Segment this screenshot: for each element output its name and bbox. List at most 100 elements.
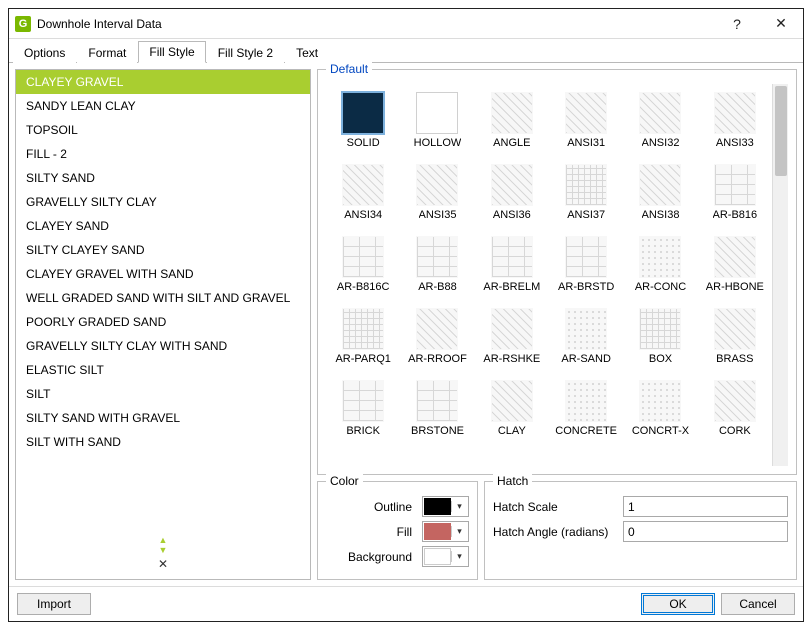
pattern-preview	[416, 308, 458, 350]
pattern-swatch[interactable]: AR-B816	[698, 156, 772, 228]
list-item[interactable]: SILTY SAND WITH GRAVEL	[16, 406, 310, 430]
pattern-swatch[interactable]: AR-BRSTD	[549, 228, 623, 300]
pattern-swatch[interactable]: CLAY	[475, 372, 549, 444]
pattern-swatch[interactable]: BOX	[623, 300, 697, 372]
help-button[interactable]: ?	[715, 9, 759, 39]
pattern-swatch[interactable]: AR-HBONE	[698, 228, 772, 300]
list-item[interactable]: POORLY GRADED SAND	[16, 310, 310, 334]
background-color-picker[interactable]: ▾	[422, 546, 469, 567]
list-item[interactable]: WELL GRADED SAND WITH SILT AND GRAVEL	[16, 286, 310, 310]
pattern-swatch[interactable]: ANSI36	[475, 156, 549, 228]
fill-color-swatch	[424, 523, 451, 540]
pattern-label: AR-SAND	[561, 353, 611, 365]
pattern-preview	[342, 236, 384, 278]
list-item[interactable]: SILTY CLAYEY SAND	[16, 238, 310, 262]
pattern-label: AR-RSHKE	[483, 353, 540, 365]
color-group: Color Outline ▾ Fill ▾	[317, 481, 478, 580]
pattern-scrollbar[interactable]	[772, 84, 788, 466]
pattern-preview	[416, 380, 458, 422]
pattern-swatch[interactable]: AR-BRELM	[475, 228, 549, 300]
remove-item-icon[interactable]: ✕	[16, 559, 310, 569]
pattern-label: HOLLOW	[414, 137, 462, 149]
list-item[interactable]: GRAVELLY SILTY CLAY WITH SAND	[16, 334, 310, 358]
pattern-label: BOX	[649, 353, 672, 365]
fill-label: Fill	[326, 525, 422, 539]
list-item[interactable]: CLAYEY GRAVEL WITH SAND	[16, 262, 310, 286]
move-up-icon[interactable]: ▲	[16, 535, 310, 545]
pattern-swatch[interactable]: AR-RROOF	[400, 300, 474, 372]
pattern-preview	[491, 308, 533, 350]
tab-fill-style[interactable]: Fill Style	[138, 41, 205, 63]
pattern-label: CONCRETE	[555, 425, 617, 437]
tab-text[interactable]: Text	[285, 42, 329, 63]
pattern-label: ANSI38	[642, 209, 680, 221]
fill-color-picker[interactable]: ▾	[422, 521, 469, 542]
cancel-button[interactable]: Cancel	[721, 593, 795, 615]
list-item[interactable]: SANDY LEAN CLAY	[16, 94, 310, 118]
list-item[interactable]: CLAYEY SAND	[16, 214, 310, 238]
tab-options[interactable]: Options	[13, 42, 76, 63]
hatch-scale-input[interactable]	[623, 496, 788, 517]
pattern-swatch[interactable]: BRSTONE	[400, 372, 474, 444]
pattern-swatch[interactable]: ANSI35	[400, 156, 474, 228]
pattern-preview	[714, 236, 756, 278]
list-item[interactable]: SILT WITH SAND	[16, 430, 310, 454]
close-window-button[interactable]: ✕	[759, 9, 803, 39]
pattern-preview	[416, 236, 458, 278]
pattern-swatch[interactable]: AR-RSHKE	[475, 300, 549, 372]
pattern-preview	[639, 92, 681, 134]
scrollbar-thumb[interactable]	[775, 86, 787, 176]
pattern-swatch[interactable]: AR-SAND	[549, 300, 623, 372]
hatch-angle-input[interactable]	[623, 521, 788, 542]
list-item[interactable]: SILT	[16, 382, 310, 406]
pattern-swatch[interactable]: BRICK	[326, 372, 400, 444]
pattern-swatch[interactable]: CORK	[698, 372, 772, 444]
pattern-swatch[interactable]: ANSI32	[623, 84, 697, 156]
list-item[interactable]: TOPSOIL	[16, 118, 310, 142]
pattern-label: ANSI31	[567, 137, 605, 149]
pattern-swatch[interactable]: AR-CONC	[623, 228, 697, 300]
pattern-swatch[interactable]: ANSI38	[623, 156, 697, 228]
pattern-swatch[interactable]: ANSI31	[549, 84, 623, 156]
pattern-preview	[714, 164, 756, 206]
list-item[interactable]: SILTY SAND	[16, 166, 310, 190]
pattern-label: AR-B88	[418, 281, 457, 293]
pattern-swatch[interactable]: AR-B816C	[326, 228, 400, 300]
pattern-swatch[interactable]: BRASS	[698, 300, 772, 372]
list-item[interactable]: GRAVELLY SILTY CLAY	[16, 190, 310, 214]
pattern-swatch[interactable]: ANSI37	[549, 156, 623, 228]
pattern-swatch[interactable]: ANGLE	[475, 84, 549, 156]
dialog-body: CLAYEY GRAVELSANDY LEAN CLAYTOPSOILFILL …	[9, 63, 803, 586]
tab-format[interactable]: Format	[77, 42, 137, 63]
pattern-label: AR-PARQ1	[335, 353, 390, 365]
list-item[interactable]: CLAYEY GRAVEL	[16, 70, 310, 94]
material-list[interactable]: CLAYEY GRAVELSANDY LEAN CLAYTOPSOILFILL …	[16, 70, 310, 529]
import-button[interactable]: Import	[17, 593, 91, 615]
dialog-footer: Import OK Cancel	[9, 586, 803, 621]
ok-button[interactable]: OK	[641, 593, 715, 615]
pattern-swatch[interactable]: CONCRETE	[549, 372, 623, 444]
window-title: Downhole Interval Data	[37, 17, 715, 31]
pattern-label: BRICK	[346, 425, 380, 437]
pattern-swatch[interactable]: CONCRT-X	[623, 372, 697, 444]
pattern-preview	[491, 92, 533, 134]
outline-label: Outline	[326, 500, 422, 514]
pattern-swatch[interactable]: ANSI33	[698, 84, 772, 156]
dialog-window: G Downhole Interval Data ? ✕ OptionsForm…	[8, 8, 804, 622]
pattern-swatch[interactable]: ANSI34	[326, 156, 400, 228]
list-item[interactable]: FILL - 2	[16, 142, 310, 166]
pattern-swatch[interactable]: HOLLOW	[400, 84, 474, 156]
pattern-swatch[interactable]: AR-PARQ1	[326, 300, 400, 372]
pattern-grid[interactable]: SOLID HOLLOW ANGLE ANSI31 ANSI32ANSI33 ANSI34…	[326, 84, 772, 466]
list-item[interactable]: ELASTIC SILT	[16, 358, 310, 382]
pattern-preview	[714, 380, 756, 422]
pattern-swatch[interactable]: AR-B88	[400, 228, 474, 300]
move-down-icon[interactable]: ▼	[16, 545, 310, 555]
pattern-swatch[interactable]: SOLID	[326, 84, 400, 156]
outline-color-picker[interactable]: ▾	[422, 496, 469, 517]
pattern-preview	[714, 308, 756, 350]
pattern-group-legend: Default	[326, 62, 372, 76]
tab-fill-style-2[interactable]: Fill Style 2	[207, 42, 284, 63]
pattern-label: CLAY	[498, 425, 526, 437]
pattern-group: Default SOLIDHOLLOWANGLEANSI31ANSI32ANSI…	[317, 69, 797, 475]
